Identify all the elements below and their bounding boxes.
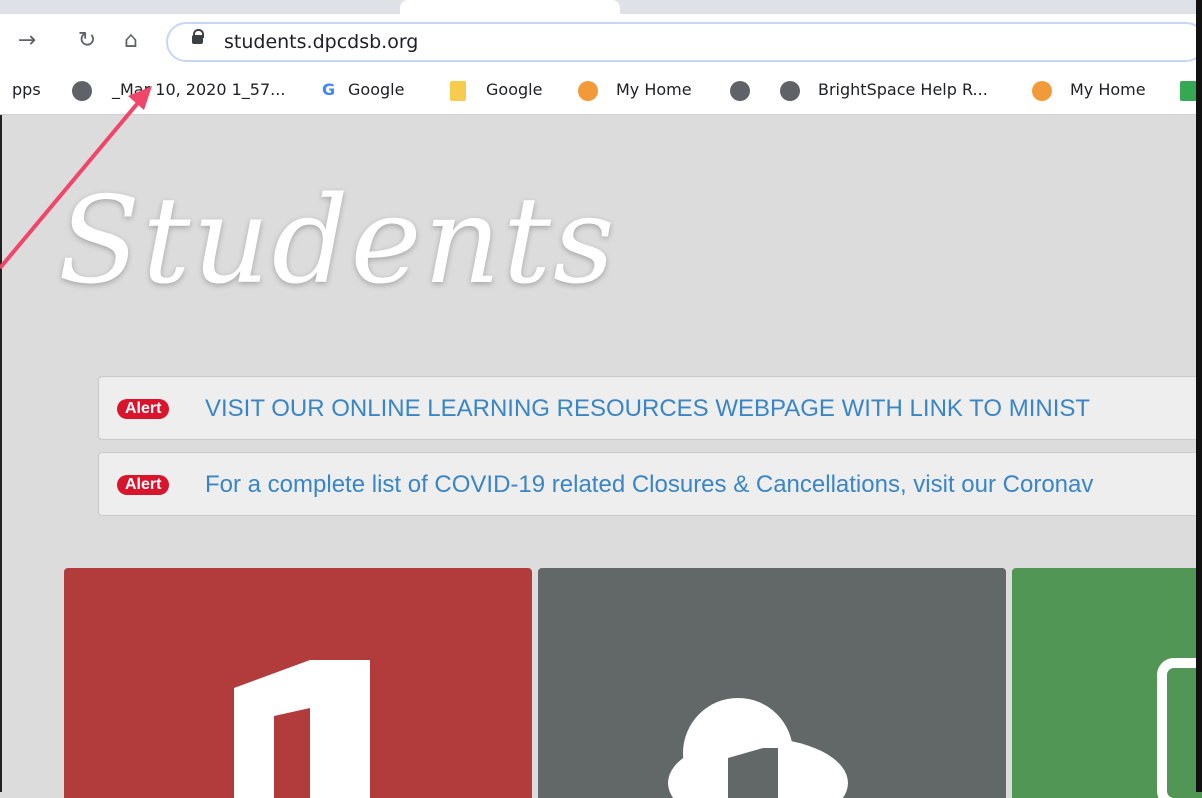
annotation-arrow-icon bbox=[0, 86, 152, 270]
frame-border bbox=[1196, 0, 1202, 792]
